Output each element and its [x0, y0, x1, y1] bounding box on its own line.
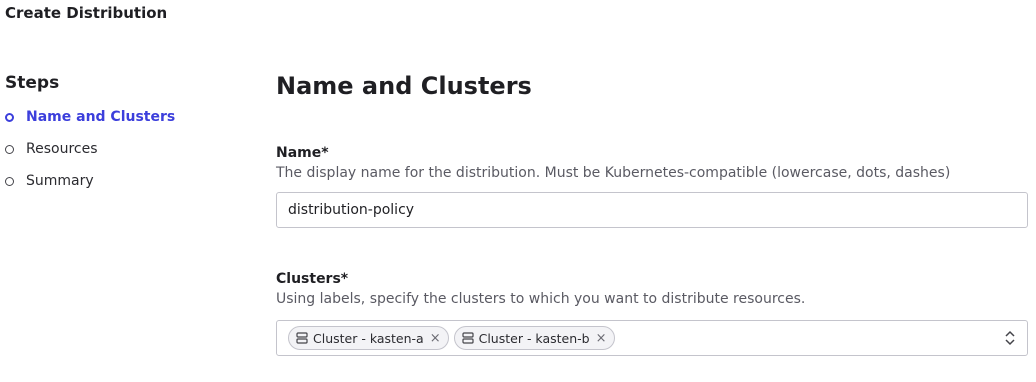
cluster-chip-label: Cluster - kasten-b — [478, 330, 590, 346]
step-label: Name and Clusters — [26, 109, 176, 125]
name-field-group: Name* The display name for the distribut… — [276, 145, 1028, 228]
page-title: Create Distribution — [5, 4, 168, 22]
name-label: Name* — [276, 145, 329, 161]
step-indicator-icon — [5, 144, 14, 154]
clusters-select[interactable]: Cluster - kasten-a × Cluster - kasten-b … — [276, 320, 1028, 356]
server-icon — [462, 332, 474, 344]
step-label: Resources — [26, 141, 98, 157]
main-form: Name and Clusters Name* The display name… — [276, 72, 1028, 356]
step-summary[interactable]: Summary — [5, 165, 225, 197]
name-input-value: distribution-policy — [288, 202, 415, 218]
clusters-field-group: Clusters* Using labels, specify the clus… — [276, 271, 1028, 356]
cluster-chip-label: Cluster - kasten-a — [313, 330, 424, 346]
remove-chip-icon[interactable]: × — [596, 332, 607, 345]
clusters-help-text: Using labels, specify the clusters to wh… — [276, 291, 806, 307]
steps-heading: Steps — [5, 73, 60, 93]
steps-nav: Steps Name and Clusters Resources Summar… — [5, 73, 225, 197]
chevron-up-down-icon[interactable] — [1004, 330, 1016, 346]
step-resources[interactable]: Resources — [5, 133, 225, 165]
step-name-and-clusters[interactable]: Name and Clusters — [5, 101, 225, 133]
step-label: Summary — [26, 173, 94, 189]
server-icon — [296, 332, 308, 344]
section-title: Name and Clusters — [276, 72, 532, 100]
name-input[interactable]: distribution-policy — [276, 192, 1028, 228]
cluster-chip: Cluster - kasten-b × — [453, 326, 615, 350]
name-help-text: The display name for the distribution. M… — [276, 165, 951, 181]
step-indicator-icon — [5, 176, 14, 186]
remove-chip-icon[interactable]: × — [430, 332, 441, 345]
cluster-chip: Cluster - kasten-a × — [288, 326, 449, 350]
clusters-label: Clusters* — [276, 271, 349, 287]
step-indicator-icon — [5, 112, 14, 122]
